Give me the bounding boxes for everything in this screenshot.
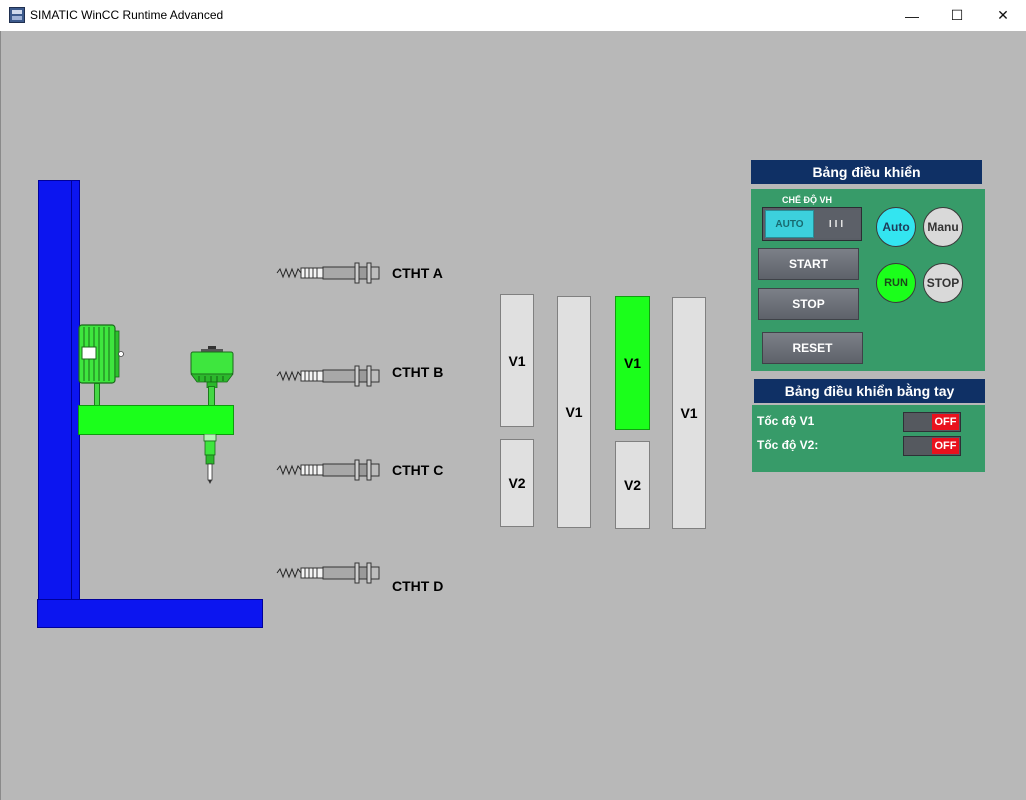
stop-lamp: STOP	[923, 263, 963, 303]
stop-button[interactable]: STOP	[758, 288, 859, 320]
speed-v1-label: Tốc độ V1	[757, 414, 815, 428]
mode-auto-option[interactable]: AUTO	[765, 210, 814, 238]
minimize-button[interactable]: —	[889, 0, 935, 31]
sensor-icon	[276, 262, 380, 284]
sensor-label-cthta: CTHT A	[392, 265, 443, 281]
manu-lamp: Manu	[923, 207, 963, 247]
run-lamp: RUN	[876, 263, 916, 303]
manual-panel: Tốc độ V1 OFF Tốc độ V2: OFF	[752, 405, 985, 472]
mode-manual-option[interactable]: III	[815, 210, 860, 238]
toggle-state: OFF	[932, 438, 959, 454]
maximize-button[interactable]: ☐	[934, 0, 980, 31]
control-panel-title: Bảng điều khiển	[751, 160, 982, 184]
close-button[interactable]: ✕	[980, 0, 1026, 31]
motor-shaft	[94, 383, 100, 406]
toggle-state: OFF	[932, 414, 959, 430]
spindle-icon	[190, 346, 234, 388]
pallet-v1: V1	[672, 297, 706, 529]
wincc-app-icon	[9, 7, 25, 23]
spindle-shaft	[208, 386, 215, 406]
window-title: SIMATIC WinCC Runtime Advanced	[30, 8, 224, 22]
pallet-v1: V1	[557, 296, 591, 528]
speed-v1-toggle[interactable]: OFF	[903, 412, 961, 432]
sensor-icon	[276, 562, 380, 584]
pallet-v1-active: V1	[615, 296, 650, 430]
manual-panel-title: Bảng điều khiển bằng tay	[754, 379, 985, 403]
pallet-v1: V1	[500, 294, 534, 427]
hmi-screen: CTHT A CTHT B CTHT C CTHT D V1 V2 V1 V1	[0, 31, 1026, 800]
machine-carriage	[78, 405, 234, 435]
sensor-label-cthtd: CTHT D	[392, 578, 444, 594]
sensor-icon	[276, 365, 380, 387]
sensor-label-cthtb: CTHT B	[392, 364, 444, 380]
control-panel: CHẾ ĐỘ VH AUTO III START STOP RESET Auto…	[751, 189, 985, 371]
sensor-label-cthtc: CTHT C	[392, 462, 444, 478]
frame-column	[38, 180, 72, 600]
drill-tool-icon	[203, 434, 217, 484]
mode-caption: CHẾ ĐỘ VH	[782, 195, 833, 205]
speed-v2-toggle[interactable]: OFF	[903, 436, 961, 456]
frame-base	[37, 599, 263, 628]
start-button[interactable]: START	[758, 248, 859, 280]
frame-rail	[71, 180, 80, 600]
pallet-v2: V2	[615, 441, 650, 529]
auto-lamp: Auto	[876, 207, 916, 247]
speed-v2-label: Tốc độ V2:	[757, 438, 819, 452]
title-bar: SIMATIC WinCC Runtime Advanced — ☐ ✕	[0, 0, 1026, 31]
reset-button[interactable]: RESET	[762, 332, 863, 364]
motor-icon	[78, 324, 124, 384]
sensor-icon	[276, 459, 380, 481]
pallet-v2: V2	[500, 439, 534, 527]
mode-switch[interactable]: AUTO III	[762, 207, 862, 241]
